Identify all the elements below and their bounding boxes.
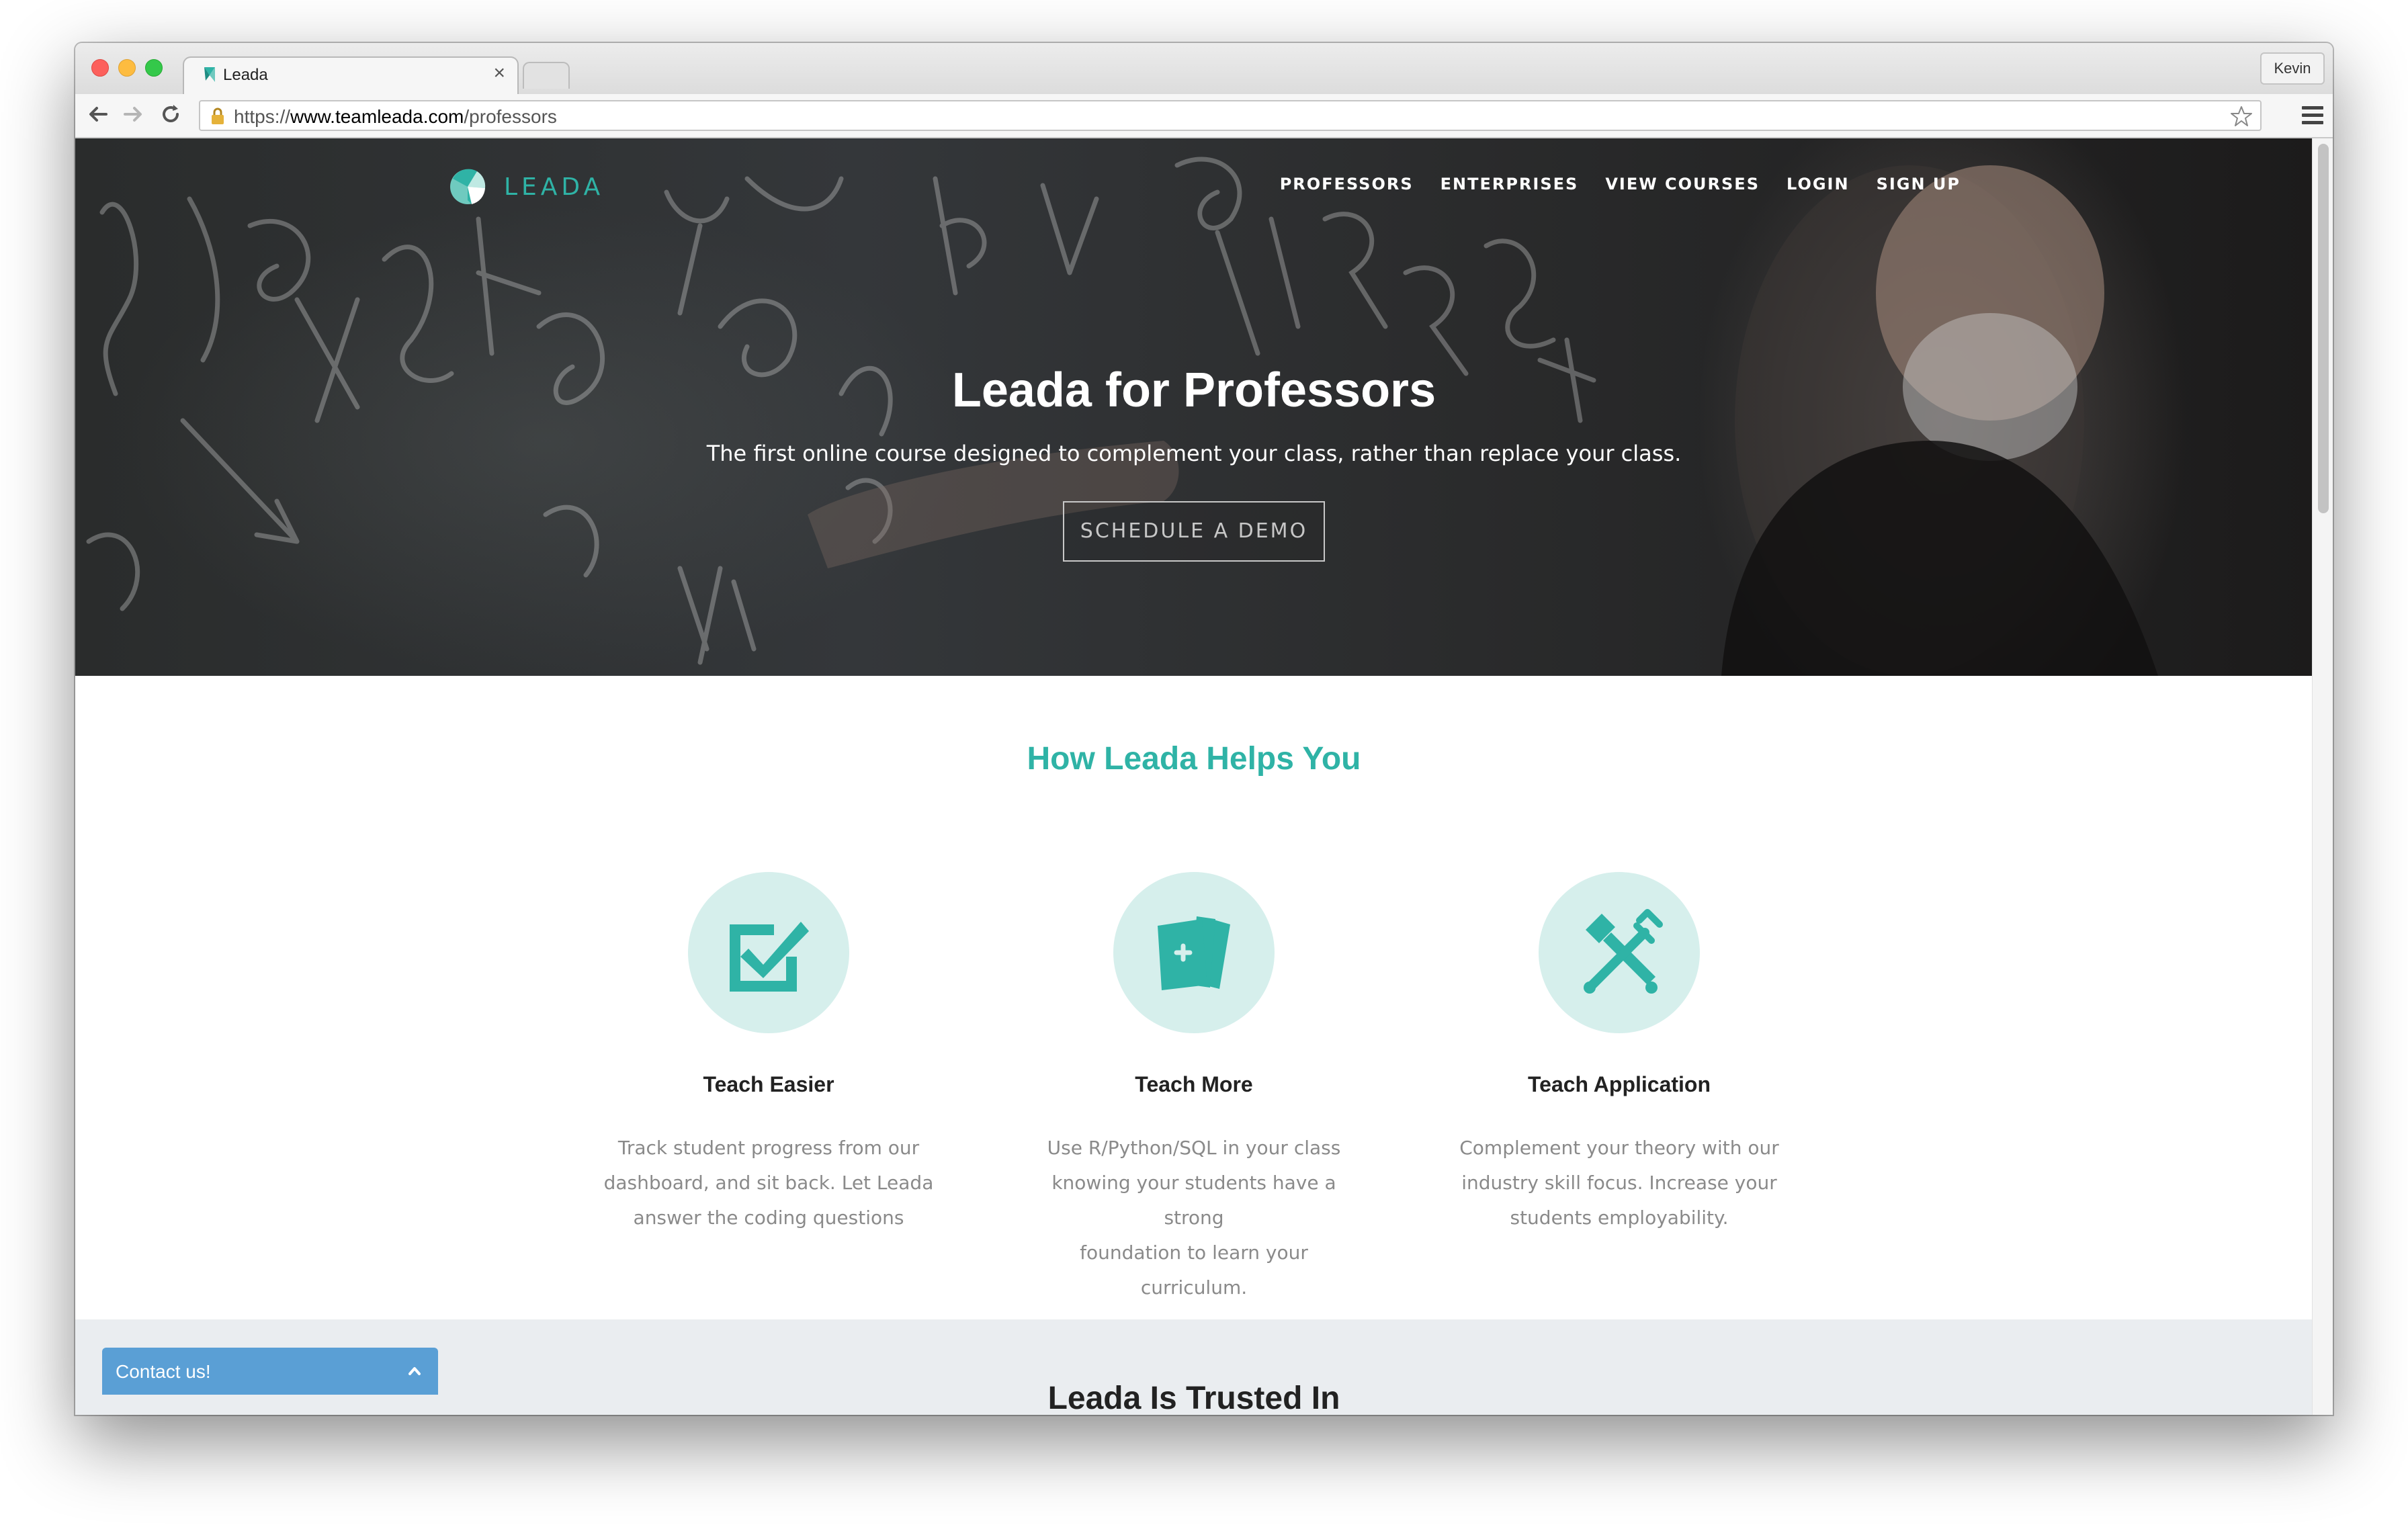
cards-icon <box>1158 916 1230 990</box>
bookmark-star-icon[interactable] <box>2229 104 2253 128</box>
url-text: https://www.teamleada.com/professors <box>234 106 557 127</box>
checkbox-icon <box>730 922 809 992</box>
feature-icon-circle <box>1113 872 1275 1033</box>
feature-title: Teach Easier <box>703 1072 834 1096</box>
browser-window: Leada × Kevin https://www.teamleada.com/… <box>75 43 2333 1415</box>
forward-arrow-icon[interactable] <box>120 101 146 128</box>
feature-title: Teach Application <box>1527 1072 1711 1096</box>
minimize-window-button[interactable] <box>118 59 136 77</box>
feature-description: Use R/Python/SQL in your class knowing y… <box>1047 1137 1341 1299</box>
contact-us-widget[interactable]: Contact us! <box>102 1348 438 1395</box>
nav-link-sign-up[interactable]: SIGN UP <box>1877 175 1961 193</box>
new-tab-button[interactable] <box>523 62 570 89</box>
chevron-up-icon[interactable] <box>406 1362 423 1380</box>
contact-label: Contact us! <box>116 1361 211 1382</box>
tools-icon <box>1584 909 1663 994</box>
section-title-how-leada-helps: How Leada Helps You <box>1027 741 1361 777</box>
nav-link-professors[interactable]: PROFESSORS <box>1280 175 1414 193</box>
logo-text: LEADA <box>504 173 605 201</box>
tab-title: Leada <box>223 66 268 84</box>
browser-menu-icon[interactable] <box>2302 106 2323 125</box>
feature-title: Teach More <box>1135 1072 1253 1096</box>
main-nav: PROFESSORS ENTERPRISES VIEW COURSES LOGI… <box>1280 175 1961 193</box>
tab-close-icon[interactable]: × <box>493 63 505 83</box>
hero-banner: LEADA PROFESSORS ENTERPRISES VIEW COURSE… <box>75 138 2313 676</box>
browser-toolbar: https://www.teamleada.com/professors <box>75 94 2333 138</box>
address-bar[interactable]: https://www.teamleada.com/professors <box>199 100 2262 131</box>
nav-link-view-courses[interactable]: VIEW COURSES <box>1605 175 1760 193</box>
feature-icon-circle <box>1539 872 1700 1033</box>
schedule-demo-button[interactable]: SCHEDULE A DEMO <box>1063 501 1325 562</box>
feature-icon-circle <box>688 872 849 1033</box>
feature-teach-easier: Teach Easier Track student progress from… <box>580 872 957 1235</box>
vertical-scrollbar[interactable] <box>2312 138 2333 1415</box>
tab-strip: Leada × Kevin <box>75 43 2333 94</box>
maximize-window-button[interactable] <box>145 59 163 77</box>
back-arrow-icon[interactable] <box>85 101 112 128</box>
leada-favicon-icon <box>204 67 215 82</box>
feature-description: Complement your theory with our industry… <box>1459 1137 1779 1229</box>
hero-subtitle: The first online course designed to comp… <box>706 441 1682 466</box>
feature-teach-more: Teach More Use R/Python/SQL in your clas… <box>1006 872 1382 1305</box>
lock-icon <box>212 107 224 124</box>
profile-button[interactable]: Kevin <box>2260 52 2325 85</box>
close-window-button[interactable] <box>91 59 109 77</box>
browser-tab-active[interactable]: Leada × <box>183 56 519 94</box>
nav-link-login[interactable]: LOGIN <box>1787 175 1850 193</box>
hero-title: Leada for Professors <box>951 363 1436 417</box>
page-viewport: LEADA PROFESSORS ENTERPRISES VIEW COURSE… <box>75 138 2333 1415</box>
leada-logo-icon <box>450 169 486 204</box>
scrollbar-thumb[interactable] <box>2318 144 2329 513</box>
feature-description: Track student progress from our dashboar… <box>603 1137 934 1229</box>
reload-icon[interactable] <box>157 101 184 128</box>
nav-link-enterprises[interactable]: ENTERPRISES <box>1440 175 1579 193</box>
feature-teach-application: Teach Application Complement your theory… <box>1431 872 1807 1235</box>
